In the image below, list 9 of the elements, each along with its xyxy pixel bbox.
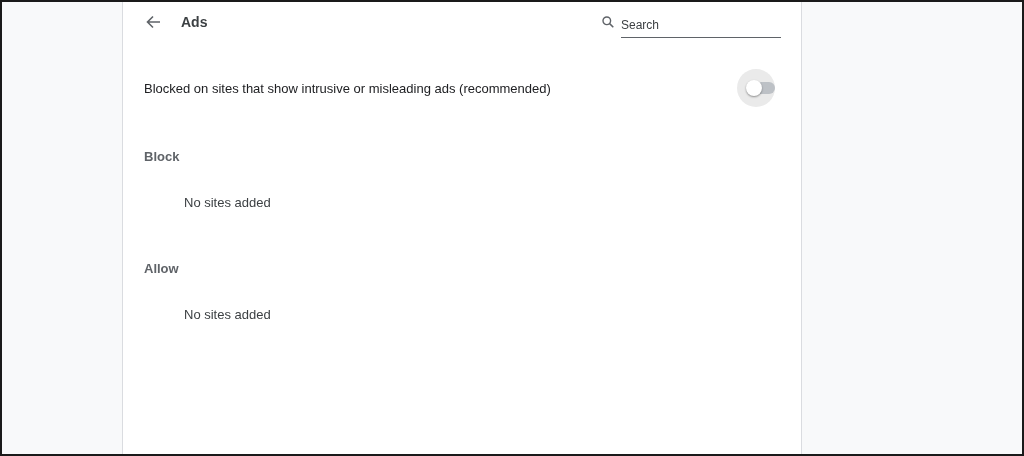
empty-message: No sites added xyxy=(184,306,272,324)
section-heading: Allow xyxy=(144,260,180,278)
setting-label: Blocked on sites that show intrusive or misleading ads (recommended) xyxy=(144,80,551,96)
back-button[interactable] xyxy=(145,14,161,30)
page-title: Ads xyxy=(181,14,208,30)
search-icon xyxy=(602,16,614,28)
empty-message: No sites added xyxy=(184,194,272,212)
section-heading: Block xyxy=(144,148,181,166)
toggle-switch[interactable] xyxy=(737,69,775,107)
